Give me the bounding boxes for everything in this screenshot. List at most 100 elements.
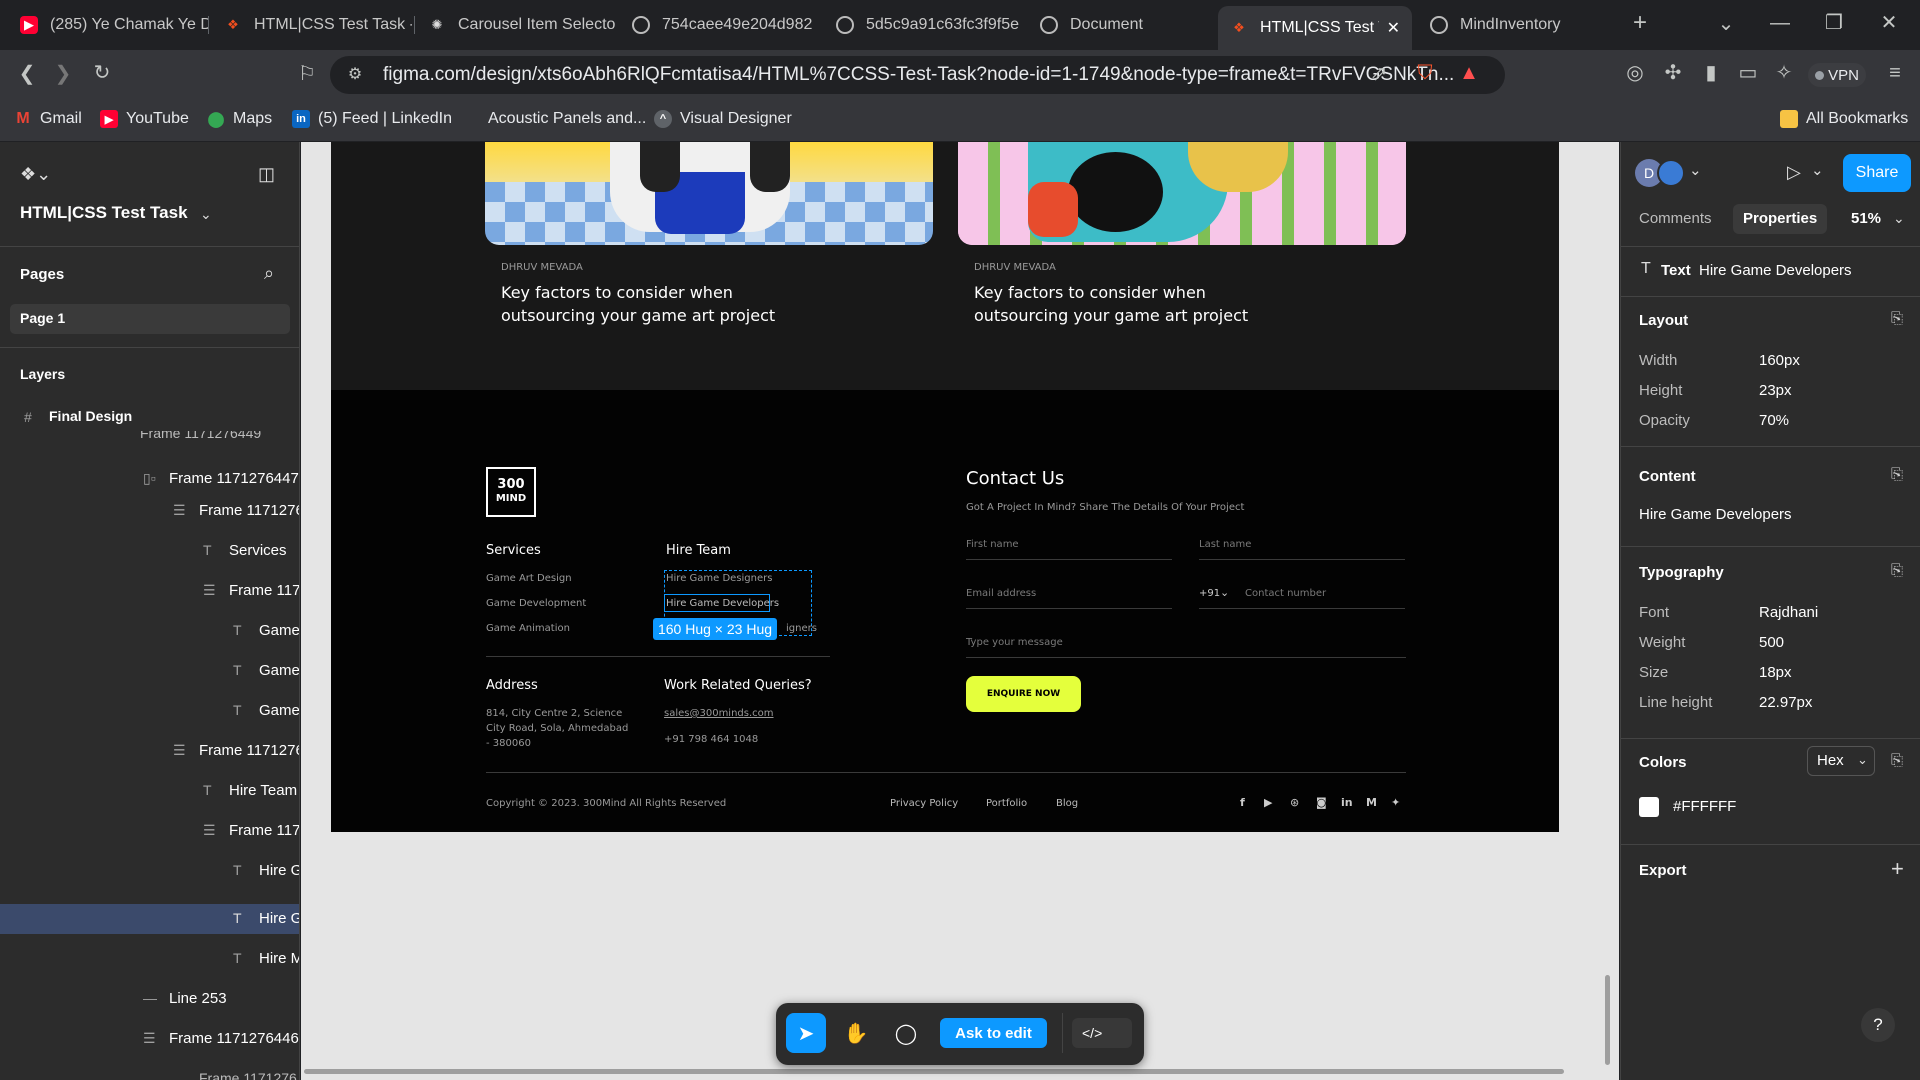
share-page-icon[interactable]: ⇗ [1366, 63, 1392, 85]
phone-number[interactable]: +91 798 464 1048 [664, 734, 758, 745]
avatar[interactable] [1657, 159, 1685, 187]
tab-search-icon[interactable]: ⌄ [1713, 13, 1739, 35]
hand-tool-icon[interactable]: ✋ [836, 1013, 876, 1053]
country-code-select[interactable]: +91 [1199, 588, 1220, 599]
ask-to-edit-button[interactable]: Ask to edit [940, 1018, 1047, 1048]
extension-icon[interactable]: ◎ [1622, 62, 1648, 84]
reload-icon[interactable]: ↻ [89, 62, 115, 84]
sidebar-icon[interactable]: ▮ [1698, 62, 1724, 84]
chevron-down-icon[interactable]: ⌄ [1220, 586, 1229, 599]
last-name-field[interactable]: Last name [1199, 539, 1251, 550]
message-field[interactable]: Type your message [966, 637, 1063, 648]
browser-tab[interactable]: MindInventory [1418, 0, 1618, 50]
service-link[interactable]: Game Art Design [486, 573, 572, 584]
color-swatch[interactable] [1639, 797, 1659, 817]
url-text[interactable]: figma.com/design/xts6oAbh6RlQFcmtatisa4/… [383, 64, 1454, 86]
bookmark-gmail[interactable]: M Gmail [14, 110, 81, 128]
search-icon[interactable]: ⌕ [264, 263, 274, 284]
bookmark-visual-designer[interactable]: ^ Visual Designer [654, 110, 792, 128]
help-icon[interactable]: ? [1861, 1008, 1895, 1042]
layer-row[interactable]: Frame 1171 [229, 822, 299, 839]
layer-row[interactable]: Game [259, 622, 299, 639]
hire-link[interactable]: Hire Game Designers [666, 573, 772, 584]
vpn-button[interactable]: VPN [1808, 63, 1866, 87]
hire-link-selected[interactable]: Hire Game Developers [666, 598, 779, 609]
zoom-level[interactable]: 51% [1851, 210, 1881, 227]
card-title[interactable]: Key factors to consider when [501, 283, 733, 302]
add-export-icon[interactable]: + [1891, 856, 1904, 882]
layer-row[interactable]: Hire Team [229, 782, 297, 799]
layer-row-selected-label[interactable]: Hire G [259, 910, 299, 927]
file-title[interactable]: HTML|CSS Test Task [20, 203, 188, 223]
first-name-field[interactable]: First name [966, 539, 1019, 550]
panel-toggle-icon[interactable]: ◫ [258, 164, 275, 185]
contact-number-field[interactable]: Contact number [1245, 588, 1326, 599]
layer-row[interactable]: Line 253 [169, 990, 227, 1007]
layer-row[interactable]: Game [259, 662, 299, 679]
browser-tab-active[interactable]: ❖ HTML|CSS Test T ✕ [1218, 6, 1412, 50]
blog-card-image[interactable] [485, 142, 933, 245]
layer-row[interactable]: Frame 1171276447 [169, 470, 299, 487]
wallet-icon[interactable]: ▭ [1735, 62, 1761, 84]
layer-row[interactable]: Frame 1171 [229, 582, 299, 599]
enquire-now-button[interactable]: ENQUIRE NOW [966, 676, 1081, 712]
blog-card-image[interactable] [958, 142, 1406, 245]
layer-row[interactable]: Frame 1171276 [199, 742, 299, 759]
puzzle-icon[interactable]: ✣ [1660, 62, 1686, 84]
figma-menu-icon[interactable]: ❖⌄ [20, 164, 51, 185]
layer-row[interactable]: Hire G [259, 862, 299, 879]
minimize-icon[interactable]: — [1767, 12, 1793, 34]
chevron-down-icon[interactable]: ⌄ [200, 206, 212, 223]
service-link[interactable]: Game Animation [486, 623, 570, 634]
browser-tab[interactable]: 754caee49e204d982 [620, 0, 820, 50]
privacy-policy-link[interactable]: Privacy Policy [890, 798, 958, 809]
chevron-down-icon[interactable]: ⌄ [1857, 752, 1868, 768]
chevron-down-icon[interactable]: ⌄ [1893, 210, 1905, 227]
browser-tab[interactable]: ▶ (285) Ye Chamak Ye D [8, 0, 208, 50]
new-tab-icon[interactable]: + [1627, 11, 1653, 35]
bookmark-youtube[interactable]: ▶ YouTube [100, 110, 189, 128]
page-1[interactable]: Page 1 [20, 310, 65, 326]
comment-tool-icon[interactable]: ◯ [886, 1013, 926, 1053]
bookmark-maps[interactable]: ⬤ Maps [207, 110, 273, 128]
browser-tab[interactable]: ❖ HTML|CSS Test Task - [212, 0, 412, 50]
tab-properties[interactable]: Properties [1743, 210, 1817, 227]
copy-icon[interactable]: ⎘ [1891, 562, 1903, 579]
layer-row[interactable]: Frame 1171276449 [140, 431, 261, 443]
layer-row[interactable]: Frame 1171276 [199, 1070, 297, 1080]
twitter-icon[interactable]: ✦ [1391, 796, 1400, 809]
browser-tab[interactable]: 5d5c9a91c63fc3f9f5e [824, 0, 1024, 50]
back-icon[interactable]: ❮ [14, 63, 40, 85]
brave-rewards-icon[interactable]: ▲ [1456, 62, 1482, 84]
card-title[interactable]: Key factors to consider when [974, 283, 1206, 302]
site-info-icon[interactable]: ⚙ [342, 64, 368, 86]
email-link[interactable]: sales@300minds.com [664, 708, 774, 719]
medium-icon[interactable]: M [1366, 796, 1377, 809]
restore-icon[interactable]: ❐ [1821, 12, 1847, 34]
card-title[interactable]: outsourcing your game art project [501, 306, 775, 325]
logo[interactable]: 300 MIND [486, 467, 536, 517]
email-field[interactable]: Email address [966, 588, 1036, 599]
present-icon[interactable]: ▷ [1787, 162, 1801, 183]
layer-final-design[interactable]: Final Design [49, 408, 132, 424]
layer-row[interactable]: Frame 1171276 [199, 502, 299, 519]
layer-row[interactable]: Hire M [259, 950, 299, 967]
bookmark-linkedin[interactable]: in (5) Feed | LinkedIn [292, 110, 452, 128]
footer-section[interactable] [331, 390, 1559, 832]
all-bookmarks[interactable]: All Bookmarks [1780, 110, 1908, 128]
horizontal-scrollbar[interactable] [304, 1069, 1564, 1074]
window-close-icon[interactable]: ✕ [1876, 12, 1902, 34]
color-hex-value[interactable]: #FFFFFF [1673, 798, 1736, 815]
copy-icon[interactable]: ⎘ [1891, 466, 1903, 483]
chevron-down-icon[interactable]: ⌄ [1689, 161, 1702, 179]
vertical-scrollbar[interactable] [1605, 975, 1610, 1065]
service-link[interactable]: Game Development [486, 598, 586, 609]
copy-icon[interactable]: ⎘ [1891, 752, 1903, 769]
leo-ai-icon[interactable]: ✧ [1771, 62, 1797, 84]
share-button[interactable]: Share [1843, 154, 1911, 192]
layer-row[interactable]: Game [259, 702, 299, 719]
browser-tab[interactable]: ✺ Carousel Item Selecto [416, 0, 616, 50]
facebook-icon[interactable]: f [1240, 796, 1245, 809]
card-title[interactable]: outsourcing your game art project [974, 306, 1248, 325]
move-tool-icon[interactable]: ➤ [786, 1013, 826, 1053]
